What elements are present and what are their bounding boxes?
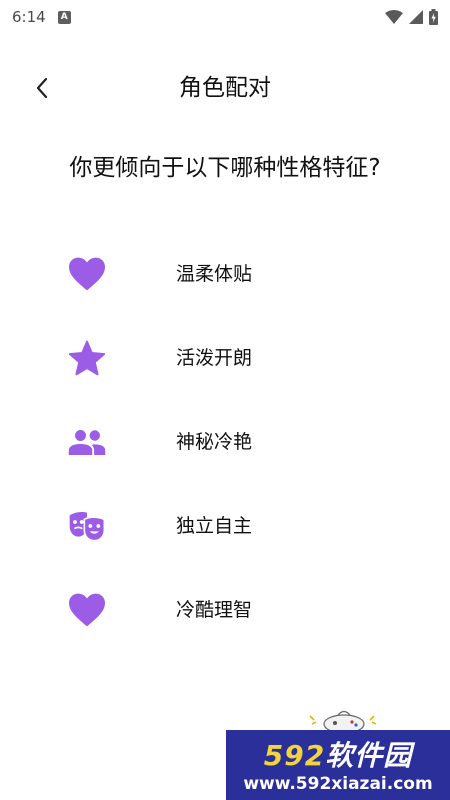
signal-icon (409, 10, 423, 24)
watermark-title: 592软件园 (226, 734, 450, 774)
watermark-banner: 592软件园 www.592xiazai.com (226, 730, 450, 800)
heart-icon (66, 590, 108, 630)
option-label: 独立自主 (176, 515, 253, 537)
watermark-text: 软件园 (325, 739, 413, 772)
notification-icon: A (57, 10, 71, 24)
option-gentle[interactable]: 温柔体贴 (0, 232, 450, 316)
page-title: 角色配对 (179, 75, 271, 101)
question-text: 你更倾向于以下哪种性格特征? (69, 155, 381, 181)
option-label: 活泼开朗 (176, 347, 253, 369)
option-label: 温柔体贴 (176, 263, 253, 285)
option-label: 冷酷理智 (176, 599, 253, 621)
theater-masks-icon (66, 506, 108, 546)
watermark-number: 592 (263, 739, 326, 772)
option-independent[interactable]: 独立自主 (0, 484, 450, 568)
status-bar: 6:14 A (0, 0, 450, 34)
option-label: 神秘冷艳 (176, 431, 253, 453)
wifi-icon (385, 10, 403, 24)
watermark-url: www.592xiazai.com (243, 774, 433, 794)
option-lively[interactable]: 活泼开朗 (0, 316, 450, 400)
header: 角色配对 (0, 62, 450, 114)
status-left: 6:14 A (12, 8, 71, 26)
heart-icon (66, 254, 108, 294)
people-icon (66, 422, 108, 462)
status-time: 6:14 (12, 8, 46, 26)
options-list: 温柔体贴 活泼开朗 神秘冷艳 独立自主 冷酷理智 (0, 232, 450, 652)
status-right (385, 9, 438, 25)
battery-icon (429, 9, 438, 25)
option-mysterious[interactable]: 神秘冷艳 (0, 400, 450, 484)
star-icon (66, 338, 108, 378)
option-rational[interactable]: 冷酷理智 (0, 568, 450, 652)
